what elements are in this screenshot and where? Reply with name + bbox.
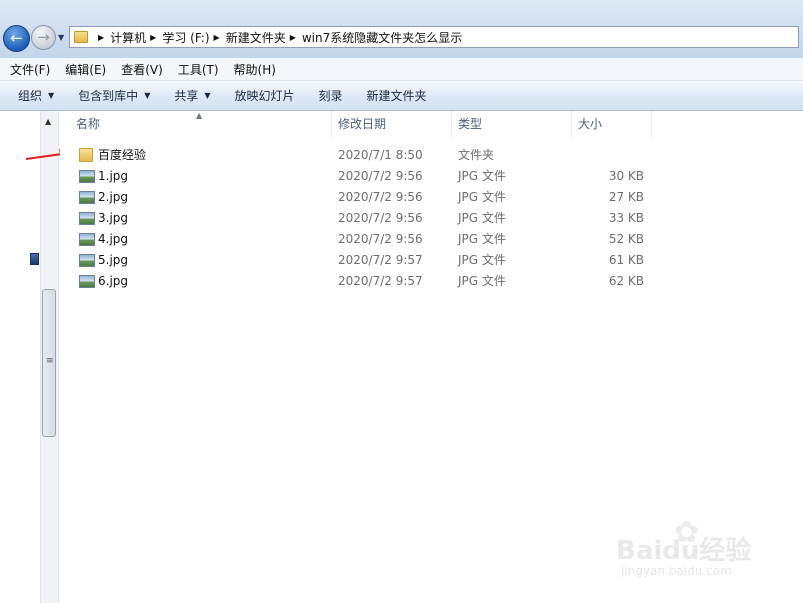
column-header-type[interactable]: 类型 xyxy=(452,111,572,138)
back-button[interactable]: ← xyxy=(3,25,30,52)
file-type: 文件夹 xyxy=(458,148,495,162)
image-file-icon xyxy=(79,212,95,225)
column-header-date[interactable]: 修改日期 xyxy=(332,111,452,138)
watermark-url: jingyan.baidu.com xyxy=(621,564,732,578)
chevron-down-icon: ▼ xyxy=(204,91,211,100)
slideshow-button[interactable]: 放映幻灯片 xyxy=(235,87,295,104)
file-size: 27 KB xyxy=(608,190,644,204)
chevron-right-icon[interactable]: ▶ xyxy=(150,33,156,42)
file-row[interactable]: 6.jpg 2020/7/2 9:57 JPG 文件 62 KB xyxy=(60,271,803,292)
menu-edit[interactable]: 编辑(E) xyxy=(65,61,106,78)
folder-icon xyxy=(79,148,93,162)
file-date: 2020/7/2 9:56 xyxy=(338,169,423,183)
menu-view[interactable]: 查看(V) xyxy=(121,61,163,78)
recent-pages-button[interactable]: ▼ xyxy=(58,33,64,42)
file-name: 百度经验 xyxy=(98,148,147,162)
file-date: 2020/7/1 8:50 xyxy=(338,148,423,162)
watermark-text: Baidu经验 xyxy=(616,536,752,566)
file-row[interactable]: 1.jpg 2020/7/2 9:56 JPG 文件 30 KB xyxy=(60,166,803,187)
burn-label: 刻录 xyxy=(318,89,343,103)
chevron-down-icon: ▼ xyxy=(48,91,55,100)
computer-icon[interactable] xyxy=(30,253,39,265)
file-date: 2020/7/2 9:56 xyxy=(338,190,423,204)
forward-button[interactable]: → xyxy=(31,25,56,50)
file-size: 61 KB xyxy=(608,253,644,267)
file-size: 62 KB xyxy=(608,274,644,288)
share-label: 共享 xyxy=(174,89,199,103)
file-name: 1.jpg xyxy=(98,169,129,183)
file-name: 6.jpg xyxy=(98,274,129,288)
file-type: JPG 文件 xyxy=(458,190,506,204)
file-row[interactable]: 5.jpg 2020/7/2 9:57 JPG 文件 61 KB xyxy=(60,250,803,271)
nav-scrollbar[interactable]: ▲ ≡ xyxy=(40,111,58,603)
chevron-down-icon: ▼ xyxy=(144,91,151,100)
organize-label: 组织 xyxy=(18,89,43,103)
chevron-right-icon[interactable]: ▶ xyxy=(98,33,104,42)
breadcrumb-label[interactable]: 学习 (F:) xyxy=(162,29,209,46)
breadcrumb-label[interactable]: win7系统隐藏文件夹怎么显示 xyxy=(302,29,462,46)
file-name: 4.jpg xyxy=(98,232,129,246)
menu-help[interactable]: 帮助(H) xyxy=(234,61,276,78)
file-name: 3.jpg xyxy=(98,211,129,225)
file-date: 2020/7/2 9:57 xyxy=(338,274,423,288)
organize-button[interactable]: 组织 ▼ xyxy=(18,87,54,104)
file-size: 30 KB xyxy=(608,169,644,183)
image-file-icon xyxy=(79,233,95,246)
menu-bar: 文件(F) 编辑(E) 查看(V) 工具(T) 帮助(H) xyxy=(0,58,803,81)
image-file-icon xyxy=(79,170,95,183)
breadcrumb-label[interactable]: 新建文件夹 xyxy=(226,29,286,46)
file-size: 33 KB xyxy=(608,211,644,225)
menu-file[interactable]: 文件(F) xyxy=(10,61,50,78)
file-date: 2020/7/2 9:57 xyxy=(338,253,423,267)
file-type: JPG 文件 xyxy=(458,169,506,183)
chevron-right-icon[interactable]: ▶ xyxy=(290,33,296,42)
file-size xyxy=(560,145,644,166)
image-file-icon xyxy=(79,254,95,267)
slideshow-label: 放映幻灯片 xyxy=(234,89,295,103)
column-headers: ▲ 名称 修改日期 类型 大小 xyxy=(60,111,803,138)
breadcrumb-item[interactable]: ▶ win7系统隐藏文件夹怎么显示 xyxy=(286,29,463,46)
file-size: 52 KB xyxy=(608,232,644,246)
scroll-up-icon[interactable]: ▲ xyxy=(45,117,51,126)
breadcrumb-label[interactable]: 计算机 xyxy=(110,29,146,46)
address-bar-area: ← → ▼ ▶ 计算机 ▶ 学习 (F:) ▶ 新建文件夹 ▶ win7系统隐藏… xyxy=(0,0,803,58)
arrow-left-icon: ← xyxy=(10,29,23,47)
file-date: 2020/7/2 9:56 xyxy=(338,232,423,246)
folder-icon xyxy=(74,31,88,43)
breadcrumb-item[interactable]: ▶ 新建文件夹 xyxy=(210,29,286,46)
file-row[interactable]: 2.jpg 2020/7/2 9:56 JPG 文件 27 KB xyxy=(60,187,803,208)
grip-icon: ≡ xyxy=(46,356,54,366)
file-date: 2020/7/2 9:56 xyxy=(338,211,423,225)
file-type: JPG 文件 xyxy=(458,232,506,246)
new-folder-button[interactable]: 新建文件夹 xyxy=(367,87,427,104)
new-folder-label: 新建文件夹 xyxy=(366,89,427,103)
chevron-right-icon[interactable]: ▶ xyxy=(214,33,220,42)
share-button[interactable]: 共享 ▼ xyxy=(174,87,210,104)
menu-tools[interactable]: 工具(T) xyxy=(178,61,219,78)
include-in-library-label: 包含到库中 xyxy=(78,89,139,103)
file-row-folder[interactable]: 百度经验 2020/7/1 8:50 文件夹 xyxy=(60,145,803,166)
address-bar[interactable]: ▶ 计算机 ▶ 学习 (F:) ▶ 新建文件夹 ▶ win7系统隐藏文件夹怎么显… xyxy=(69,26,799,48)
navigation-pane[interactable]: ▲ ≡ xyxy=(0,111,59,603)
column-header-name[interactable]: 名称 xyxy=(70,111,332,138)
include-in-library-button[interactable]: 包含到库中 ▼ xyxy=(78,87,150,104)
file-type: JPG 文件 xyxy=(458,274,506,288)
column-header-size[interactable]: 大小 xyxy=(572,111,652,138)
image-file-icon xyxy=(79,275,95,288)
file-row[interactable]: 3.jpg 2020/7/2 9:56 JPG 文件 33 KB xyxy=(60,208,803,229)
file-name: 5.jpg xyxy=(98,253,129,267)
file-type: JPG 文件 xyxy=(458,253,506,267)
file-type: JPG 文件 xyxy=(458,211,506,225)
scrollbar-thumb[interactable]: ≡ xyxy=(42,289,56,437)
baidu-watermark: ✿ Baidu经验 jingyan.baidu.com xyxy=(612,512,772,592)
file-name: 2.jpg xyxy=(98,190,129,204)
breadcrumb-item[interactable]: ▶ 学习 (F:) xyxy=(146,29,209,46)
command-bar: 组织 ▼ 包含到库中 ▼ 共享 ▼ 放映幻灯片 刻录 新建文件夹 xyxy=(0,81,803,111)
breadcrumb-item[interactable]: ▶ 计算机 xyxy=(94,29,146,46)
arrow-right-icon: → xyxy=(37,28,50,46)
burn-button[interactable]: 刻录 xyxy=(319,87,343,104)
file-row[interactable]: 4.jpg 2020/7/2 9:56 JPG 文件 52 KB xyxy=(60,229,803,250)
image-file-icon xyxy=(79,191,95,204)
